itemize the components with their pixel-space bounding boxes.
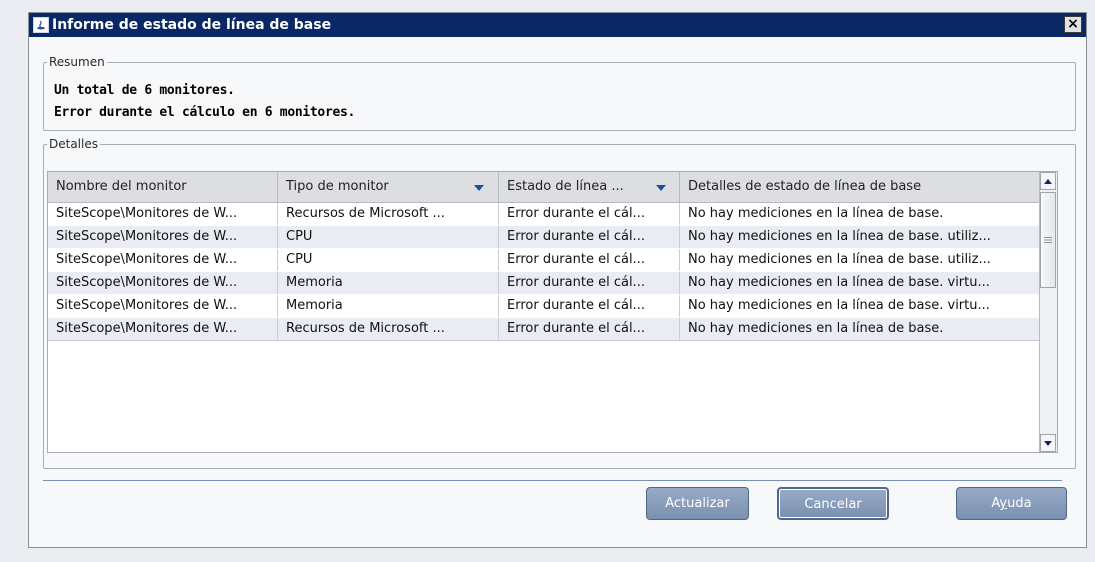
cell-baseline-status: Error durante el cál... [499,272,680,294]
arrow-up-icon [1044,178,1052,184]
filter-dropdown-icon[interactable] [653,181,669,194]
monitors-table: Nombre del monitor Tipo de monitor Estad… [47,171,1058,453]
column-header-baseline-status[interactable]: Estado de línea ... [499,172,680,202]
help-label-suffix: uda [1007,496,1032,511]
table-row[interactable]: SiteScope\Monitores de W... Recursos de … [48,318,1042,341]
column-header-label: Detalles de estado de línea de base [688,179,922,194]
scrollbar-thumb[interactable] [1040,192,1056,288]
table-row[interactable]: SiteScope\Monitores de W... Memoria Erro… [48,272,1042,295]
cell-status-details: No hay mediciones en la línea de base. [680,203,1042,225]
help-label-mnemonic: y [999,496,1008,511]
summary-group: Resumen Un total de 6 monitores. Error d… [43,55,1076,131]
summary-legend: Resumen [49,55,105,69]
vertical-scrollbar[interactable] [1039,172,1057,452]
cell-baseline-status: Error durante el cál... [499,203,680,225]
cell-baseline-status: Error durante el cál... [499,295,680,317]
title-bar[interactable]: Informe de estado de línea de base × [29,13,1086,37]
cell-status-details: No hay mediciones en la línea de base. v… [680,295,1042,317]
cell-baseline-status: Error durante el cál... [499,318,680,340]
table-row[interactable]: SiteScope\Monitores de W... CPU Error du… [48,249,1042,272]
column-header-label: Estado de línea ... [507,179,624,194]
cell-status-details: No hay mediciones en la línea de base. u… [680,226,1042,248]
scroll-down-button[interactable] [1040,434,1056,452]
table-header: Nombre del monitor Tipo de monitor Estad… [48,172,1042,203]
cell-monitor-name: SiteScope\Monitores de W... [48,295,278,317]
close-button[interactable]: × [1064,16,1082,33]
baseline-status-dialog: Informe de estado de línea de base × Res… [28,12,1087,548]
cell-monitor-name: SiteScope\Monitores de W... [48,203,278,225]
summary-error-text: Error durante el cálculo en 6 monitores. [54,105,356,120]
cell-status-details: No hay mediciones en la línea de base. v… [680,272,1042,294]
java-app-icon [33,17,49,33]
cell-monitor-type: Recursos de Microsoft ... [278,203,499,225]
column-header-label: Tipo de monitor [286,179,389,194]
filter-dropdown-icon[interactable] [471,181,487,194]
refresh-button[interactable]: Actualizar [646,487,749,520]
cell-baseline-status: Error durante el cál... [499,226,680,248]
column-header-status-details[interactable]: Detalles de estado de línea de base [680,172,1042,202]
column-header-monitor-type[interactable]: Tipo de monitor [278,172,499,202]
scroll-up-button[interactable] [1040,172,1056,190]
cell-monitor-type: CPU [278,249,499,271]
cell-monitor-type: CPU [278,226,499,248]
table-body: SiteScope\Monitores de W... Recursos de … [48,203,1042,341]
cancel-button[interactable]: Cancelar [777,487,889,520]
cell-monitor-name: SiteScope\Monitores de W... [48,226,278,248]
table-row[interactable]: SiteScope\Monitores de W... Memoria Erro… [48,295,1042,318]
help-button[interactable]: Ayuda [956,487,1067,520]
grip-icon [1044,237,1052,243]
arrow-down-icon [1044,440,1052,446]
table-row[interactable]: SiteScope\Monitores de W... Recursos de … [48,203,1042,226]
cell-monitor-name: SiteScope\Monitores de W... [48,318,278,340]
details-legend: Detalles [49,137,98,151]
summary-total-text: Un total de 6 monitores. [54,83,235,98]
cell-monitor-type: Memoria [278,272,499,294]
table-row[interactable]: SiteScope\Monitores de W... CPU Error du… [48,226,1042,249]
footer-separator [43,480,1062,481]
window-title: Informe de estado de línea de base [52,17,332,33]
column-header-monitor-name[interactable]: Nombre del monitor [48,172,278,202]
cell-monitor-name: SiteScope\Monitores de W... [48,272,278,294]
close-icon: × [1067,16,1079,32]
cell-status-details: No hay mediciones en la línea de base. u… [680,249,1042,271]
cell-monitor-name: SiteScope\Monitores de W... [48,249,278,271]
cell-status-details: No hay mediciones en la línea de base. [680,318,1042,340]
cell-monitor-type: Recursos de Microsoft ... [278,318,499,340]
column-header-label: Nombre del monitor [56,179,187,194]
cell-baseline-status: Error durante el cál... [499,249,680,271]
cell-monitor-type: Memoria [278,295,499,317]
